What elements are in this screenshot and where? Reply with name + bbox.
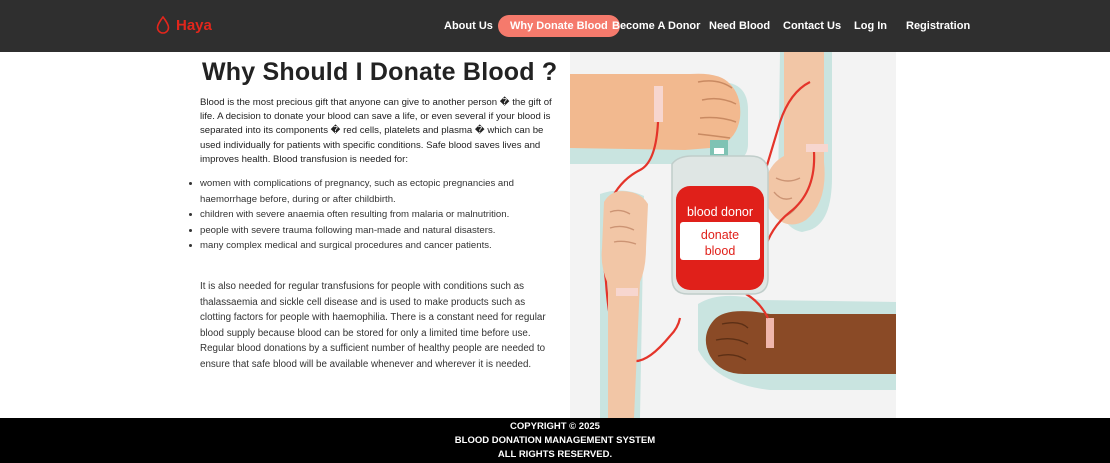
illustration-graphic: blood donor donate blood [570, 52, 896, 418]
list-item: women with complications of pregnancy, s… [188, 176, 558, 207]
page-title: Why Should I Donate Blood ? [202, 58, 558, 86]
nav-become-a-donor[interactable]: Become A Donor [612, 17, 700, 35]
footer-rights: ALL RIGHTS RESERVED. [497, 449, 613, 460]
nav-contact-us[interactable]: Contact Us [783, 17, 841, 35]
intro-paragraph: Blood is the most precious gift that any… [200, 97, 552, 165]
footer-system-name: BLOOD DONATION MANAGEMENT SYSTEM [454, 435, 656, 446]
bag-label-top: blood donor [687, 205, 753, 219]
nav-registration[interactable]: Registration [906, 17, 970, 35]
bag-label-mid: donate [701, 228, 739, 242]
outro-paragraph: It is also needed for regular transfusio… [200, 281, 546, 370]
list-item: children with severe anaemia often resul… [188, 207, 558, 223]
footer: COPYRIGHT © 2025 BLOOD DONATION MANAGEME… [0, 418, 1110, 463]
main-nav: About Us Why Donate Blood Become A Donor… [0, 15, 1110, 37]
nav-why-donate-blood[interactable]: Why Donate Blood [498, 15, 620, 37]
list-item: people with severe trauma following man-… [188, 223, 558, 239]
top-navbar: Haya About Us Why Donate Blood Become A … [0, 0, 1110, 52]
nav-need-blood[interactable]: Need Blood [709, 17, 770, 35]
footer-copyright: COPYRIGHT © 2025 [510, 421, 600, 432]
transfusion-uses-list: women with complications of pregnancy, s… [188, 176, 558, 254]
nav-about-us[interactable]: About Us [444, 17, 493, 35]
blood-donation-illustration: blood donor donate blood [570, 52, 896, 418]
list-item: many complex medical and surgical proced… [188, 238, 558, 254]
nav-log-in[interactable]: Log In [854, 17, 887, 35]
bag-label-bottom: blood [705, 244, 736, 258]
